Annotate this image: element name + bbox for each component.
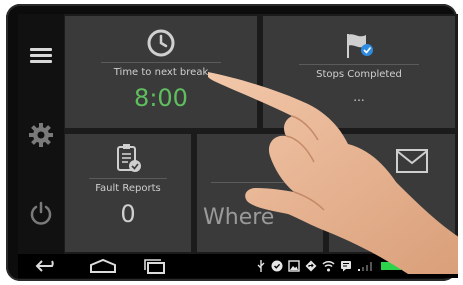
menu-button[interactable]	[28, 42, 54, 68]
tile-divider	[299, 64, 419, 65]
stops-completed-value: ...	[353, 90, 365, 104]
back-button[interactable]	[28, 254, 66, 278]
image-icon	[288, 260, 300, 272]
system-nav-bar: 11:47	[18, 254, 458, 278]
fault-reports-value: 0	[120, 200, 136, 228]
recent-apps-button[interactable]	[136, 254, 174, 278]
tile-divider	[88, 178, 168, 179]
side-rail	[18, 14, 64, 254]
fault-reports-label: Fault Reports	[95, 183, 161, 194]
fault-reports-tile[interactable]: Fault Reports 0	[65, 134, 191, 252]
gear-icon	[29, 123, 53, 147]
clock-time: 11:47	[408, 257, 452, 275]
location-tile[interactable]: Where	[197, 134, 323, 252]
usb-icon	[257, 260, 265, 272]
clipboard-check-icon	[117, 144, 141, 172]
break-timer-value: 8:00	[134, 84, 188, 112]
battery-icon	[380, 262, 403, 270]
navigation-icon	[305, 260, 317, 272]
break-timer-label: Time to next break	[113, 67, 209, 78]
flag-check-icon	[347, 34, 373, 58]
status-area: 11:47	[256, 254, 452, 278]
power-icon	[30, 201, 52, 225]
hamburger-icon	[30, 45, 52, 66]
tablet-device: Time to next break 8:00 Stops Completed …	[6, 4, 458, 281]
power-button[interactable]	[28, 200, 54, 226]
tile-divider	[211, 182, 287, 183]
stops-completed-tile[interactable]: Stops Completed ...	[263, 16, 455, 128]
check-circle-icon	[271, 260, 283, 272]
home-icon	[90, 258, 116, 273]
clock-icon	[147, 29, 175, 57]
app-screen: Time to next break 8:00 Stops Completed …	[18, 14, 458, 278]
recent-apps-icon	[144, 259, 165, 274]
tile-divider	[101, 62, 221, 63]
break-timer-tile[interactable]: Time to next break 8:00	[65, 16, 257, 128]
settings-button[interactable]	[28, 122, 54, 148]
back-icon	[35, 260, 54, 272]
signal-icon	[357, 262, 372, 271]
wifi-icon	[322, 261, 335, 272]
location-value: Where	[203, 205, 275, 230]
message-icon	[340, 261, 351, 272]
home-button[interactable]	[84, 254, 122, 278]
messages-tile[interactable]	[329, 134, 455, 252]
stops-completed-label: Stops Completed	[316, 69, 402, 80]
envelope-icon	[396, 149, 428, 173]
